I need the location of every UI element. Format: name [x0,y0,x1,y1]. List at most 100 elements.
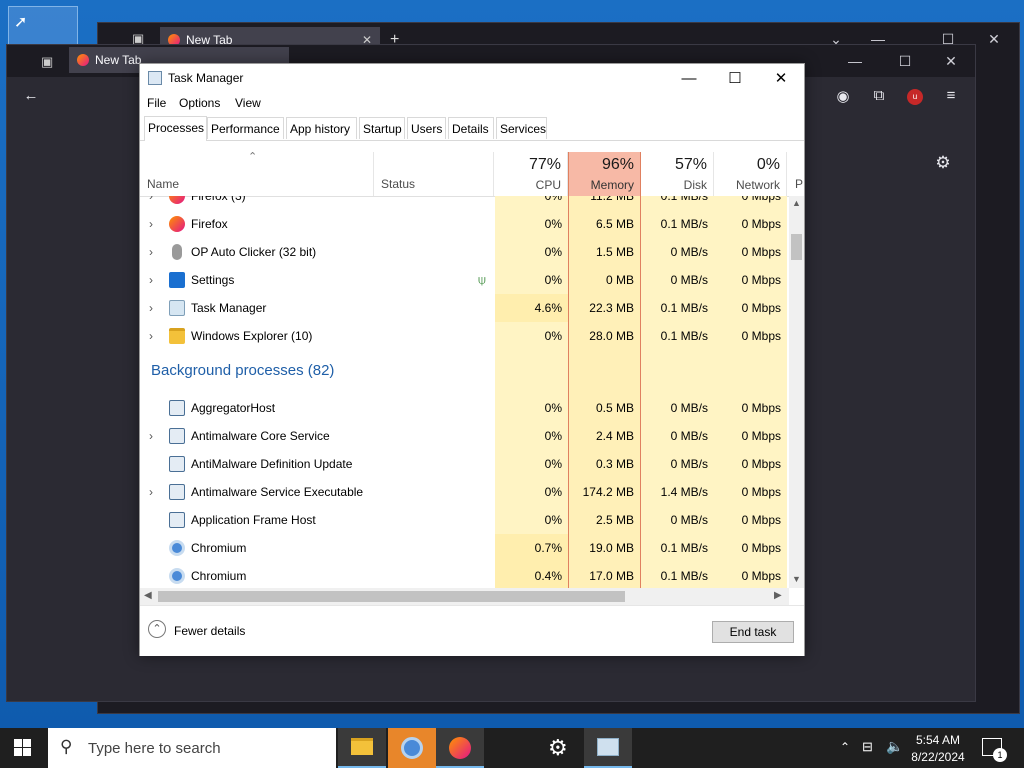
task-manager-window[interactable]: Task Manager — ☐ ✕ File Options View Pro… [139,63,805,656]
table-row[interactable]: › Task Manager 4.6% 22.3 MB 0.1 MB/s 0 Mbps [140,294,789,322]
disk-value: 0.1 MB/s [641,534,714,562]
expand-chevron-icon[interactable]: › [149,238,159,266]
windows-start-icon[interactable] [14,739,32,757]
tab-performance[interactable]: Performance [207,117,284,139]
service-icon [169,428,185,444]
column-memory[interactable]: 96% Memory [568,152,641,196]
tab-services[interactable]: Services [496,117,547,139]
expand-chevron-icon[interactable]: › [149,294,159,322]
scroll-thumb-horizontal[interactable] [158,591,625,602]
expand-chevron-icon[interactable]: › [149,322,159,350]
expand-chevron-icon[interactable]: › [149,196,159,210]
show-hidden-icons-chevron-icon[interactable]: ⌃ [840,740,850,754]
column-disk[interactable]: 57% Disk [641,152,714,196]
disk-value: 0 MB/s [641,266,714,294]
table-row[interactable]: › Windows Explorer (10) 0% 28.0 MB 0.1 MB/s 0… [140,322,789,350]
memory-value: 22.3 MB [568,294,641,322]
table-row[interactable]: Chromium 0.7% 19.0 MB 0.1 MB/s 0 Mbps [140,534,789,562]
table-row[interactable]: Application Frame Host 0% 2.5 MB 0 MB/s 0 Mb… [140,506,789,534]
chevron-up-icon[interactable]: ⌃ [148,620,166,638]
disk-value: 0.1 MB/s [641,294,714,322]
task-manager-taskbar-button[interactable] [584,728,632,768]
scroll-left-icon[interactable]: ◀ [144,590,152,601]
settings-taskbar-button[interactable]: ⚙ [534,728,582,768]
cpu-value: 0% [495,394,568,422]
fewer-details-link[interactable]: Fewer details [174,624,245,638]
hamburger-menu-icon[interactable]: ≡ [939,87,963,104]
table-row[interactable]: › Antimalware Service Executable 0% 174.2 M… [140,478,789,506]
horizontal-scrollbar[interactable]: ◀ ▶ [140,588,789,605]
tab-list-icon[interactable]: ▣ [41,54,53,70]
network-icon[interactable]: ⊟ [862,739,873,755]
memory-value: 11.2 MB [568,196,641,210]
search-box[interactable]: ⚲ Type here to search [48,728,336,768]
column-name[interactable]: Name [140,152,374,196]
end-task-button[interactable]: End task [712,621,794,643]
close-button[interactable]: ✕ [758,68,804,90]
settings-gear-icon [169,272,185,288]
chromium-icon [169,540,185,556]
menu-file[interactable]: File [147,96,166,110]
memory-value: 17.0 MB [568,562,641,588]
expand-chevron-icon[interactable]: › [149,266,159,294]
column-status[interactable]: Status [375,152,494,196]
table-row[interactable]: Chromium 0.4% 17.0 MB 0.1 MB/s 0 Mbps [140,562,789,588]
menu-view[interactable]: View [235,96,261,110]
account-icon[interactable]: ◉ [831,87,855,105]
table-row[interactable]: › Antimalware Core Service 0% 2.4 MB 0 MB/s 0… [140,422,789,450]
tab-processes[interactable]: Processes [144,116,207,141]
tab-startup[interactable]: Startup [359,117,405,139]
file-explorer-taskbar-button[interactable] [338,728,386,768]
table-row[interactable]: › Firefox 0% 6.5 MB 0.1 MB/s 0 Mbps [140,210,789,238]
expand-chevron-icon[interactable]: › [149,422,159,450]
ublock-icon[interactable]: u [907,89,923,105]
cpu-value: 0% [495,478,568,506]
cpu-value: 0% [495,210,568,238]
process-name: Application Frame Host [191,513,316,527]
scroll-down-icon[interactable]: ▼ [792,574,801,584]
disk-value: 0 MB/s [641,506,714,534]
table-row[interactable]: › OP Auto Clicker (32 bit) 0% 1.5 MB 0 MB/s 0… [140,238,789,266]
close-icon[interactable]: ✕ [931,53,971,70]
column-power-label[interactable]: P [795,177,803,191]
app-taskbar-button[interactable] [486,728,534,768]
maximize-button[interactable]: ☐ [712,68,758,90]
tab-app-history[interactable]: App history [286,117,357,139]
extensions-icon[interactable]: ⧉ [867,87,891,104]
cpu-label: CPU [535,178,561,192]
maximize-icon[interactable]: ☐ [885,53,925,70]
memory-value: 0.3 MB [568,450,641,478]
group-header-row[interactable]: Background processes (82) [140,350,789,394]
vertical-scrollbar[interactable]: ▲ ▼ [789,196,804,588]
settings-gear-icon[interactable]: ⚙ [931,153,955,173]
back-arrow-icon[interactable]: ← [19,87,43,104]
title-bar[interactable]: Task Manager — ☐ ✕ [140,64,804,94]
tab-details[interactable]: Details [448,117,494,139]
chromium-taskbar-button[interactable] [388,728,436,768]
table-row[interactable]: AntiMalware Definition Update 0% 0.3 MB 0 M… [140,450,789,478]
firefox-icon [449,737,471,759]
column-cpu[interactable]: 77% CPU [495,152,568,196]
scroll-right-icon[interactable]: ▶ [774,590,782,601]
table-row[interactable]: › Settings ⍦ 0% 0 MB 0 MB/s 0 Mbps [140,266,789,294]
group-header-fill [568,350,641,394]
process-list[interactable]: › Firefox (3) 0% 11.2 MB 0.1 MB/s 0 Mbps › Fire… [140,196,789,588]
network-value: 0 Mbps [714,562,787,588]
column-network[interactable]: 0% Network [714,152,787,196]
expand-chevron-icon[interactable]: › [149,210,159,238]
footer: ⌃ Fewer details End task [140,605,804,656]
scroll-thumb[interactable] [791,234,802,260]
scroll-up-icon[interactable]: ▲ [792,198,801,208]
minimize-icon[interactable]: — [835,53,875,69]
menu-options[interactable]: Options [179,96,220,110]
table-row[interactable]: AggregatorHost 0% 0.5 MB 0 MB/s 0 Mbps [140,394,789,422]
minimize-button[interactable]: — [666,68,712,90]
close-icon[interactable]: ✕ [974,31,1014,48]
clock-date[interactable]: 8/22/2024 [910,750,966,764]
expand-chevron-icon[interactable]: › [149,478,159,506]
tab-users[interactable]: Users [407,117,446,139]
table-row[interactable]: › Firefox (3) 0% 11.2 MB 0.1 MB/s 0 Mbps [140,196,789,210]
volume-muted-icon[interactable]: 🔈 [886,738,903,755]
clock-time[interactable]: 5:54 AM [912,733,964,747]
firefox-taskbar-button[interactable] [436,728,484,768]
